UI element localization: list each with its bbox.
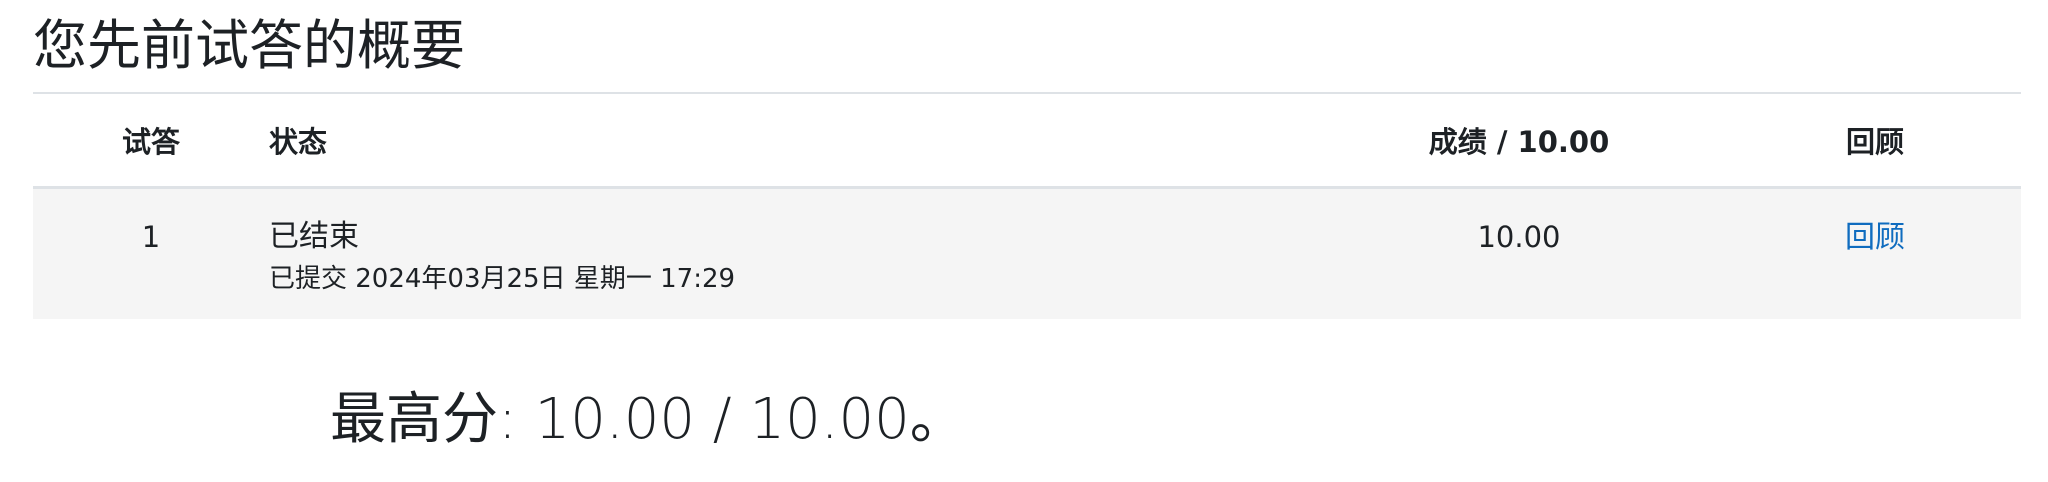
column-header-review: 回顾	[1729, 94, 2021, 189]
column-header-grade: 成绩 / 10.00	[1309, 94, 1729, 189]
attempts-summary-table: 试答 状态 成绩 / 10.00 回顾 1 已结束 已提交 2024年03月25…	[33, 94, 2021, 319]
column-header-state: 状态	[269, 94, 1309, 189]
attempt-grade: 10.00	[1477, 220, 1561, 254]
column-header-attempt: 试答	[33, 94, 269, 189]
table-header: 试答 状态 成绩 / 10.00 回顾	[33, 94, 2021, 189]
attempt-review-cell: 回顾	[1729, 187, 2021, 319]
header-row: 试答 状态 成绩 / 10.00 回顾	[33, 94, 2021, 189]
table-row: 1 已结束 已提交 2024年03月25日 星期一 17:29 10.00 回顾	[33, 187, 2021, 319]
attempt-state-cell: 已结束 已提交 2024年03月25日 星期一 17:29	[269, 187, 1309, 319]
attempt-state: 已结束	[269, 219, 359, 254]
attempt-submitted-time: 已提交 2024年03月25日 星期一 17:29	[269, 264, 736, 294]
attempt-number: 1	[141, 220, 161, 254]
attempt-grade-cell: 10.00	[1309, 187, 1729, 319]
attempt-number-cell: 1	[33, 187, 269, 319]
review-attempt-link[interactable]: 回顾	[1845, 220, 1905, 255]
page-title: 您先前试答的概要	[33, 14, 465, 77]
highest-grade-summary: 最高分: 10.00 / 10.00。	[330, 387, 966, 452]
